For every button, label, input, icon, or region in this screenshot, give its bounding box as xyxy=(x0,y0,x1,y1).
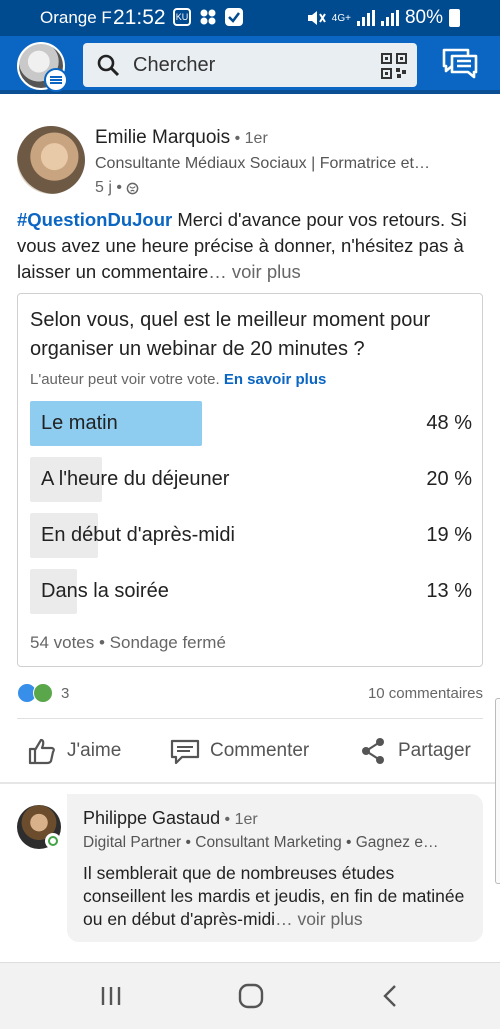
share-icon xyxy=(362,738,384,764)
hashtag-link[interactable]: #QuestionDuJour xyxy=(17,209,172,230)
poll-option-label: En début d'après-midi xyxy=(41,524,235,546)
share-button[interactable]: Partager xyxy=(358,733,471,769)
poll-option-percent: 13 % xyxy=(426,580,472,602)
poll-option-label: A l'heure du déjeuner xyxy=(41,468,230,490)
carrier-name: Orange F xyxy=(40,8,112,27)
reactions-summary[interactable]: 3 xyxy=(17,683,69,703)
clock: 21:52 xyxy=(113,6,166,29)
commenter-headline: Digital Partner • Consultant Marketing •… xyxy=(83,834,439,851)
share-label: Partager xyxy=(398,740,471,761)
poll-option-percent: 48 % xyxy=(426,412,472,434)
see-more-link[interactable]: … voir plus xyxy=(208,261,301,282)
system-indicators: 4G+ 80% xyxy=(306,7,460,29)
author-avatar[interactable] xyxy=(17,126,85,194)
search-bar[interactable]: Chercher xyxy=(83,43,417,87)
app-header: Chercher xyxy=(0,36,500,94)
app-grid-icon xyxy=(199,8,217,26)
signal-icon-2 xyxy=(380,10,399,26)
mute-icon xyxy=(307,11,326,25)
battery-percent: 80% xyxy=(404,7,443,28)
poll-option-label: Le matin xyxy=(41,412,118,434)
poll-question: Selon vous, quel est le meilleur moment … xyxy=(30,309,431,360)
comment-button[interactable]: Commenter xyxy=(170,733,309,769)
post-text: #QuestionDuJour Merci d'avance pour vos … xyxy=(17,207,483,285)
like-button[interactable]: J'aime xyxy=(27,733,121,769)
notification-icon: KU xyxy=(173,8,191,26)
comment-bubble[interactable]: Philippe Gastaud • 1er Digital Partner •… xyxy=(67,794,483,942)
globe-icon xyxy=(126,182,139,194)
post-meta: 5 j • xyxy=(95,179,139,197)
commenter-name[interactable]: Philippe Gastaud xyxy=(83,808,220,828)
poll-option[interactable]: Le matin 48 % xyxy=(30,401,472,446)
poll-option[interactable]: Dans la soirée 13 % xyxy=(30,569,472,614)
comment-label: Commenter xyxy=(210,740,310,761)
online-status-icon xyxy=(45,833,61,849)
poll-privacy-note: L'auteur peut voir votre vote. xyxy=(30,371,220,388)
poll-option[interactable]: A l'heure du déjeuner 20 % xyxy=(30,457,472,502)
menu-icon[interactable] xyxy=(44,68,68,92)
comments-count[interactable]: 10 commentaires xyxy=(368,685,483,702)
poll-card: Selon vous, quel est le meilleur moment … xyxy=(17,293,483,667)
poll-option-percent: 20 % xyxy=(426,468,472,490)
poll-option-percent: 19 % xyxy=(426,524,472,546)
scrollbar[interactable] xyxy=(495,698,500,884)
section-divider xyxy=(0,782,500,784)
commenter-degree: • 1er xyxy=(220,811,258,828)
divider xyxy=(17,718,483,719)
thumbs-up-icon xyxy=(28,738,55,765)
author-name-line[interactable]: Emilie Marquois • 1er xyxy=(95,127,268,149)
commenter-name-line[interactable]: Philippe Gastaud • 1er xyxy=(83,808,258,829)
post-age: 5 j • xyxy=(95,179,122,196)
search-icon xyxy=(97,54,120,77)
comment-icon xyxy=(170,739,200,765)
messaging-icon[interactable] xyxy=(442,46,478,80)
notification-icons: KU xyxy=(173,8,243,26)
celebrate-reaction-icon xyxy=(33,683,53,703)
poll-option-label: Dans la soirée xyxy=(41,580,169,602)
comment-text: Il semblerait que de nombreuses études c… xyxy=(83,862,475,931)
author-headline: Consultante Médiaux Sociaux | Formatrice… xyxy=(95,155,430,172)
status-bar: Orange F 21:52 KU 4G+ 80% xyxy=(0,0,500,36)
poll-note: L'auteur peut voir votre vote. En savoir… xyxy=(30,371,326,388)
search-input[interactable]: Chercher xyxy=(133,54,215,77)
author-name[interactable]: Emilie Marquois xyxy=(95,127,230,148)
qr-code-icon[interactable] xyxy=(381,53,407,79)
comment-see-more-link[interactable]: … voir plus xyxy=(275,909,363,929)
learn-more-link[interactable]: En savoir plus xyxy=(224,371,327,388)
home-icon[interactable] xyxy=(236,981,266,1011)
poll-option[interactable]: En début d'après-midi 19 % xyxy=(30,513,472,558)
comment-text-body: Il semblerait que de nombreuses études c… xyxy=(83,863,465,929)
battery-icon xyxy=(449,9,460,27)
reaction-count: 3 xyxy=(61,684,70,702)
connection-degree: • 1er xyxy=(230,130,268,147)
poll-footer: 54 votes • Sondage fermé xyxy=(30,633,226,652)
signal-icon xyxy=(356,10,375,26)
like-label: J'aime xyxy=(67,740,122,761)
network-type: 4G+ xyxy=(331,12,351,24)
recent-apps-icon[interactable] xyxy=(96,981,126,1011)
system-nav-bar xyxy=(0,962,500,1029)
back-icon[interactable] xyxy=(376,981,406,1011)
checkbox-icon xyxy=(225,8,243,26)
